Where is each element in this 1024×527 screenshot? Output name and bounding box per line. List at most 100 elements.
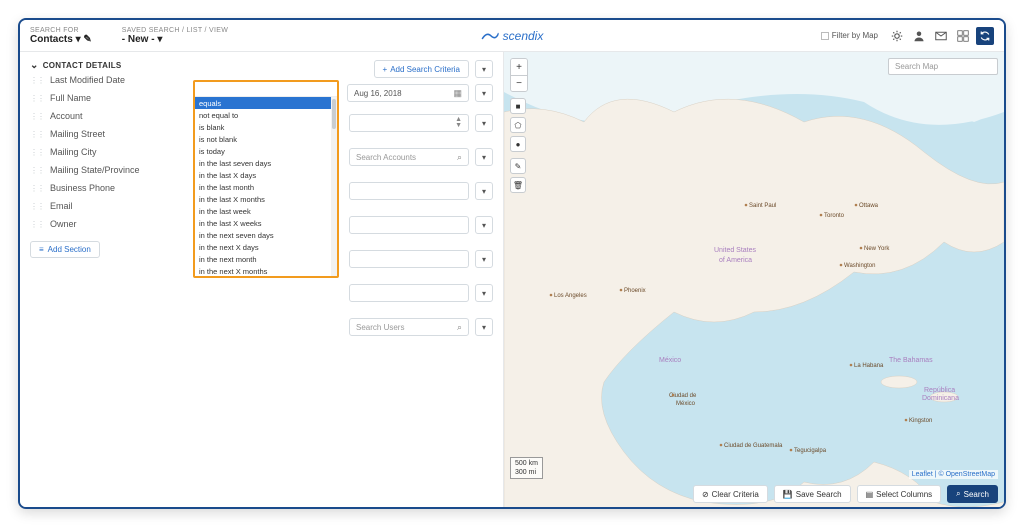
grip-icon: ⋮⋮: [30, 202, 44, 211]
svg-text:Ciudad de Guatemala: Ciudad de Guatemala: [724, 443, 783, 449]
operator-option[interactable]: not equal to: [195, 109, 337, 121]
row-more-button[interactable]: ▾: [475, 114, 493, 132]
row-more-button[interactable]: ▾: [475, 250, 493, 268]
sidebar-item[interactable]: ⋮⋮Mailing State/Province: [30, 161, 179, 179]
operator-option[interactable]: in the last X months: [195, 193, 337, 205]
users-search-input[interactable]: Search Users ⌕: [349, 318, 469, 336]
search-button[interactable]: ⌕Search: [947, 485, 998, 503]
operator-option[interactable]: is blank: [195, 121, 337, 133]
scrollbar[interactable]: [331, 97, 337, 276]
operator-option[interactable]: in the next X days: [195, 241, 337, 253]
sidebar-item[interactable]: ⋮⋮Business Phone: [30, 179, 179, 197]
grip-icon: ⋮⋮: [30, 220, 44, 229]
zoom-in-button[interactable]: +: [511, 59, 527, 75]
date-input[interactable]: Aug 16, 2018 ▦: [347, 84, 469, 102]
sidebar-item[interactable]: ⋮⋮Account: [30, 107, 179, 125]
row-more-button[interactable]: ▾: [475, 182, 493, 200]
criteria-builder: + Add Search Criteria ▾ Aug 16, 2018 ▦ ▾: [189, 52, 503, 507]
grip-icon: ⋮⋮: [30, 148, 44, 157]
circle-tool-icon[interactable]: ●: [510, 136, 526, 152]
polygon-tool-icon[interactable]: ⬠: [510, 117, 526, 133]
sidebar-item[interactable]: ⋮⋮Owner: [30, 215, 179, 233]
operator-value: equals: [199, 85, 223, 94]
sidebar-item[interactable]: ⋮⋮Last Modified Date: [30, 71, 179, 89]
svg-text:of America: of America: [719, 257, 752, 264]
accounts-search-input[interactable]: Search Accounts ⌕: [349, 148, 469, 166]
row-more-button[interactable]: ▾: [475, 216, 493, 234]
save-search-button[interactable]: 💾Save Search: [774, 485, 851, 503]
empty-input[interactable]: ▲▼: [349, 114, 469, 132]
operator-select[interactable]: equals ▲▼: [195, 82, 337, 96]
search-for-selector[interactable]: SEARCH FOR Contacts ▾ ✎: [30, 27, 92, 45]
clear-icon: ⊘: [702, 490, 709, 499]
map-canvas[interactable]: United States of America Saint Paul Toro…: [504, 52, 1004, 509]
spinner-arrows-icon: ▲▼: [455, 117, 462, 129]
chevron-down-icon: ▾: [76, 34, 81, 45]
grip-icon: ⋮⋮: [30, 166, 44, 175]
operator-option[interactable]: is not blank: [195, 133, 337, 145]
operator-option[interactable]: in the last week: [195, 205, 337, 217]
operator-option[interactable]: in the last month: [195, 181, 337, 193]
operator-option[interactable]: in the last X weeks: [195, 217, 337, 229]
refresh-icon[interactable]: [976, 27, 994, 45]
row-more-button[interactable]: ▾: [475, 318, 493, 336]
sidebar-item[interactable]: ⋮⋮Email: [30, 197, 179, 215]
svg-text:República: República: [924, 387, 955, 394]
clear-criteria-button[interactable]: ⊘Clear Criteria: [693, 485, 768, 503]
svg-text:La Habana: La Habana: [854, 363, 884, 369]
operator-option[interactable]: in the last X days: [195, 169, 337, 181]
svg-text:New York: New York: [864, 246, 890, 252]
sidebar-item[interactable]: ⋮⋮Full Name: [30, 89, 179, 107]
svg-text:México: México: [659, 357, 681, 364]
chevron-down-icon: ▾: [482, 119, 486, 128]
operator-option[interactable]: in the last seven days: [195, 157, 337, 169]
mail-icon[interactable]: [932, 27, 950, 45]
map-search-input[interactable]: Search Map: [888, 58, 998, 75]
sidebar-item[interactable]: ⋮⋮Mailing Street: [30, 125, 179, 143]
operator-option[interactable]: is today: [195, 145, 337, 157]
save-icon: 💾: [783, 490, 793, 499]
add-criteria-button[interactable]: + Add Search Criteria: [374, 60, 469, 78]
logo-text: scendix: [503, 29, 544, 43]
section-header[interactable]: CONTACT DETAILS: [30, 60, 179, 71]
add-section-button[interactable]: ≡ Add Section: [30, 241, 100, 258]
map-scale: 500 km 300 mi: [510, 457, 543, 479]
empty-input[interactable]: [349, 216, 469, 234]
sidebar-item-label: Full Name: [50, 93, 91, 103]
operator-option[interactable]: in the next month: [195, 253, 337, 265]
saved-search-value: - New -: [122, 34, 155, 45]
grip-icon: ⋮⋮: [30, 112, 44, 121]
row-more-button[interactable]: ▾: [475, 148, 493, 166]
sidebar-item[interactable]: ⋮⋮Mailing City: [30, 143, 179, 161]
operator-option[interactable]: in the next X months: [195, 265, 337, 276]
add-criteria-label: Add Search Criteria: [390, 65, 460, 74]
user-icon[interactable]: [910, 27, 928, 45]
pin-icon: ✎: [83, 34, 91, 45]
calendar-icon: ▦: [453, 88, 462, 99]
map-panel[interactable]: United States of America Saint Paul Toro…: [504, 52, 1004, 507]
rectangle-tool-icon[interactable]: ■: [510, 98, 526, 114]
operator-option[interactable]: equals: [195, 97, 337, 109]
operator-option[interactable]: in the next seven days: [195, 229, 337, 241]
zoom-out-button[interactable]: −: [511, 75, 527, 91]
empty-input[interactable]: [349, 284, 469, 302]
sidebar-item-label: Business Phone: [50, 183, 115, 193]
saved-search-selector[interactable]: SAVED SEARCH / LIST / VIEW - New - ▾: [122, 27, 228, 45]
scrollbar-thumb[interactable]: [332, 99, 336, 129]
empty-input[interactable]: [349, 182, 469, 200]
gear-icon[interactable]: [888, 27, 906, 45]
edit-tool-icon[interactable]: ✎: [510, 158, 526, 174]
filter-by-map-toggle[interactable]: Filter by Map: [821, 31, 878, 40]
delete-tool-icon[interactable]: 🗑: [510, 177, 526, 193]
select-columns-button[interactable]: ▤Select Columns: [857, 485, 942, 503]
operator-dropdown[interactable]: equalsnot equal tois blankis not blankis…: [195, 96, 337, 276]
empty-input[interactable]: [349, 250, 469, 268]
sidebar-item-label: Mailing Street: [50, 129, 105, 139]
row-more-button[interactable]: ▾: [475, 284, 493, 302]
chevron-down-icon: ▾: [482, 187, 486, 196]
grid-icon[interactable]: [954, 27, 972, 45]
svg-text:Kingston: Kingston: [909, 418, 932, 424]
footer-toolbar: ⊘Clear Criteria 💾Save Search ▤Select Col…: [693, 485, 998, 503]
row-more-button[interactable]: ▾: [475, 84, 493, 102]
criteria-more-button[interactable]: ▾: [475, 60, 493, 78]
